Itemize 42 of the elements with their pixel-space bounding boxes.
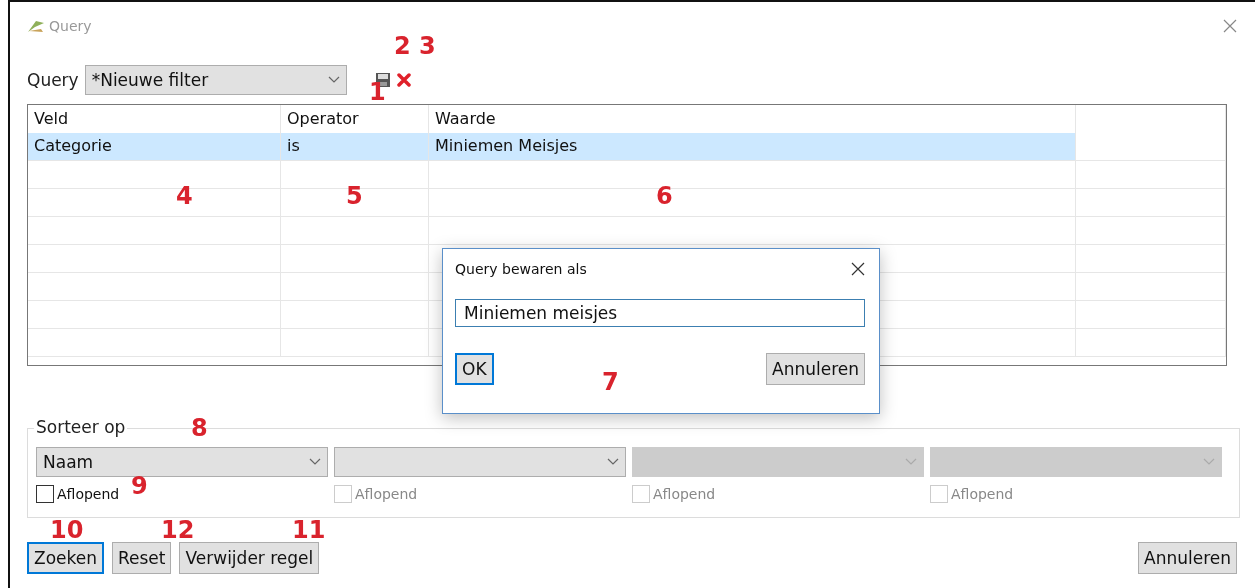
- action-button[interactable]: Verwijder regel: [179, 542, 320, 574]
- checkbox-label: Aflopend: [355, 486, 418, 502]
- window-title: Query: [49, 18, 93, 34]
- chevron-down-icon: [309, 458, 321, 466]
- table-cell[interactable]: is: [281, 133, 429, 161]
- delete-icon[interactable]: [396, 73, 411, 87]
- chevron-down-icon: [327, 76, 340, 84]
- ok-button[interactable]: OK: [455, 353, 494, 385]
- annotation-number: 1: [369, 80, 386, 104]
- annotation-number: 8: [191, 416, 208, 440]
- annotation-number: 7: [602, 370, 619, 394]
- annotation-number: 3: [419, 34, 436, 58]
- query-label: Query: [27, 70, 79, 90]
- sort-dropdown[interactable]: [334, 447, 626, 477]
- annotation-number: 6: [656, 184, 673, 208]
- table-cell[interactable]: Miniemen Meisjes: [429, 133, 1076, 161]
- sort-dropdown[interactable]: Naam: [36, 447, 328, 477]
- annotation-number: 2: [394, 34, 411, 58]
- checkbox-label: Aflopend: [57, 486, 120, 502]
- dialog-title: Query bewaren als: [455, 261, 587, 277]
- annotation-number: 11: [292, 518, 326, 542]
- annotation-number: 4: [176, 184, 193, 208]
- table-cell[interactable]: Categorie: [28, 133, 281, 161]
- action-button[interactable]: Reset: [112, 542, 172, 574]
- chevron-down-icon: [607, 458, 619, 466]
- sort-legend: Sorteer op: [34, 417, 128, 437]
- cancel-button[interactable]: Annuleren: [766, 353, 865, 385]
- action-button[interactable]: Zoeken: [27, 542, 104, 574]
- annotation-number: 10: [50, 518, 84, 542]
- annotation-number: 5: [346, 184, 363, 208]
- name-field[interactable]: Miniemen meisjes: [455, 299, 865, 327]
- checkbox[interactable]: [36, 485, 54, 503]
- leaf-icon: [27, 19, 45, 33]
- chevron-down-icon: [905, 458, 917, 466]
- annotation-number: 12: [161, 518, 195, 542]
- close-icon[interactable]: [851, 262, 865, 276]
- checkbox-label: Aflopend: [653, 486, 716, 502]
- annotation-number: 9: [131, 474, 148, 498]
- query-dropdown[interactable]: *Nieuwe filter: [84, 65, 347, 95]
- chevron-down-icon: [1203, 458, 1215, 466]
- cancel-button[interactable]: Annuleren: [1138, 542, 1237, 574]
- checkbox-label: Aflopend: [951, 486, 1014, 502]
